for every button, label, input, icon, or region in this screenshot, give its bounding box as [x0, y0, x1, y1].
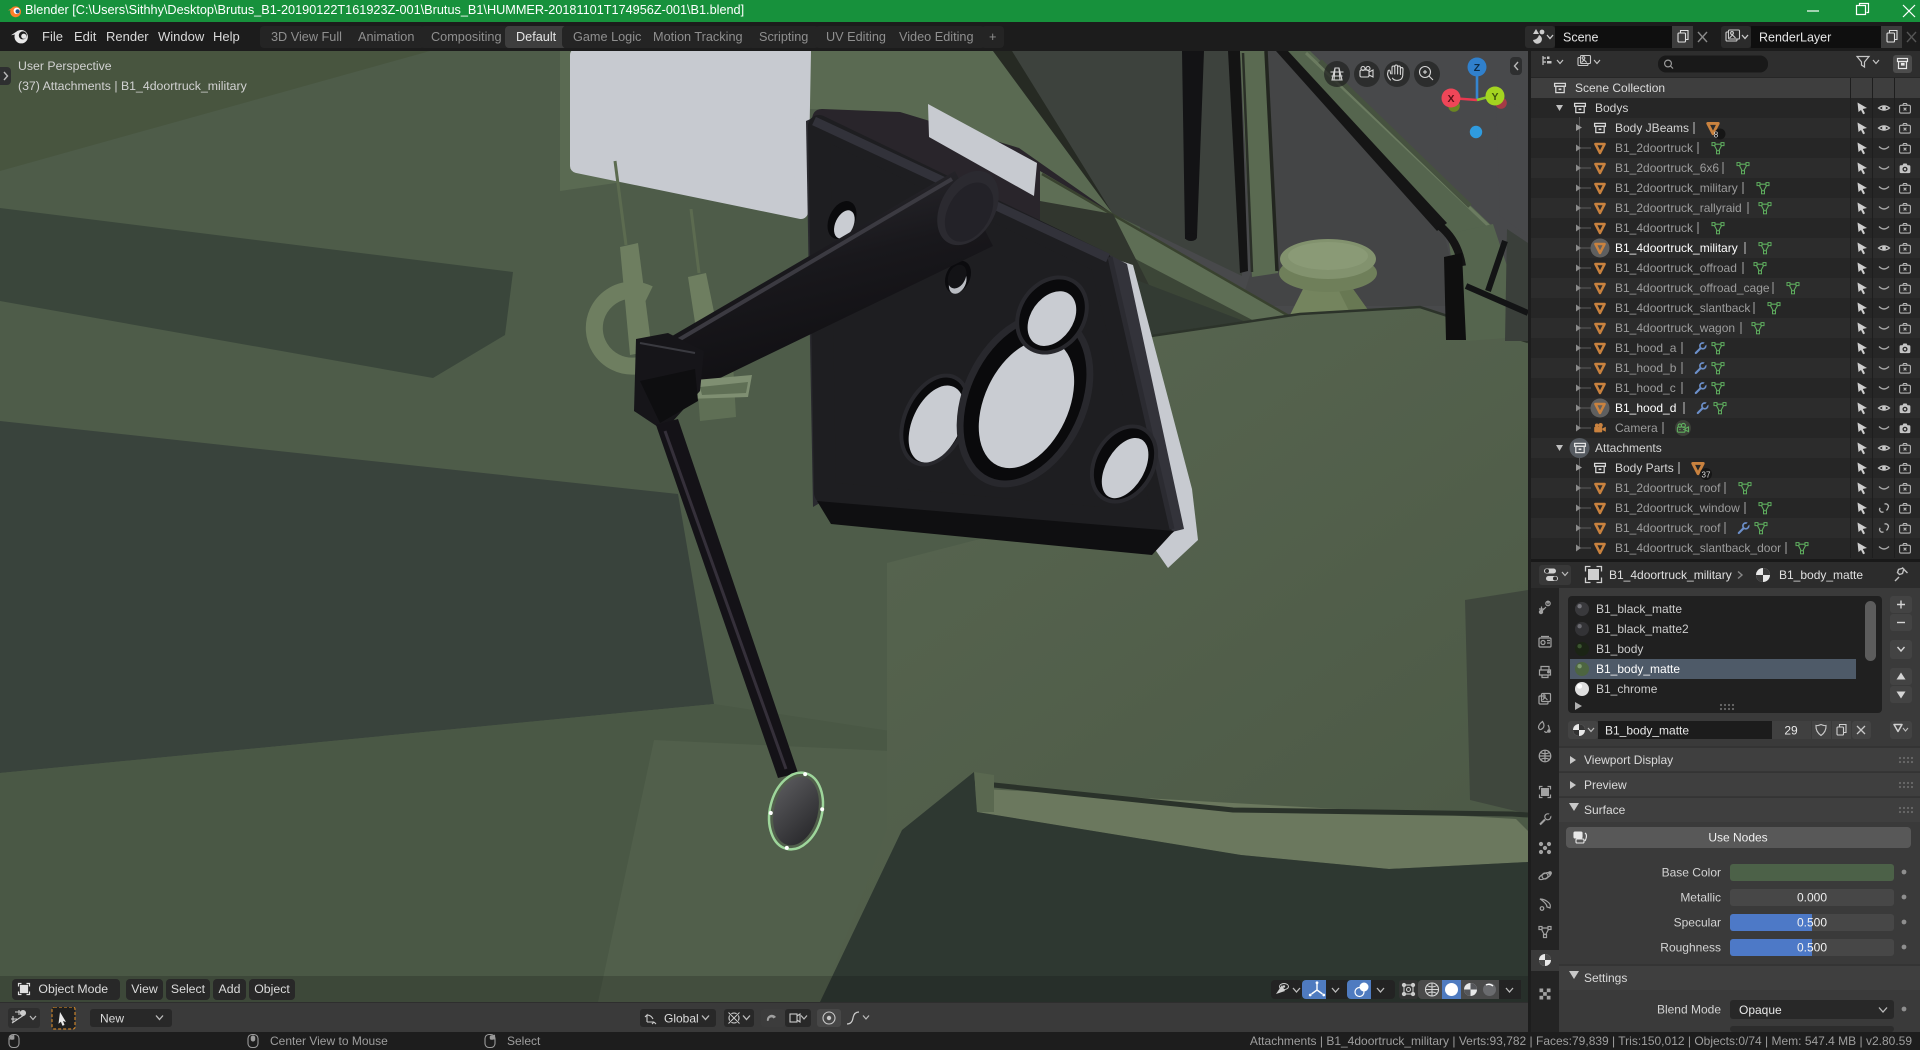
svg-text:B1_2doortruck_roof: B1_2doortruck_roof — [1615, 481, 1721, 495]
svg-text:0.500: 0.500 — [1797, 916, 1827, 930]
svg-text:X: X — [1447, 93, 1454, 105]
svg-text:B1_4doortruck_offroad_cage: B1_4doortruck_offroad_cage — [1615, 281, 1770, 295]
svg-text:Scene Collection: Scene Collection — [1575, 81, 1665, 95]
svg-text:B1_body: B1_body — [1596, 642, 1643, 656]
svg-text:0.000: 0.000 — [1797, 891, 1827, 905]
svg-text:B1_2doortruck_6x6: B1_2doortruck_6x6 — [1615, 161, 1719, 175]
svg-text:8: 8 — [1714, 131, 1719, 140]
svg-text:New: New — [100, 1012, 124, 1026]
svg-text:Base Color: Base Color — [1662, 866, 1721, 880]
svg-text:B1_4doortruck: B1_4doortruck — [1615, 221, 1694, 235]
svg-text:Camera: Camera — [1615, 421, 1658, 435]
svg-text:Blend Mode: Blend Mode — [1657, 1003, 1721, 1017]
svg-text:Center View to Mouse: Center View to Mouse — [270, 1034, 388, 1048]
svg-text:B1_hood_a: B1_hood_a — [1615, 341, 1677, 355]
svg-text:B1_hood_b: B1_hood_b — [1615, 361, 1677, 375]
svg-text:Body Parts: Body Parts — [1615, 461, 1674, 475]
svg-text:RenderLayer: RenderLayer — [1759, 31, 1831, 45]
svg-text:Specular: Specular — [1674, 916, 1721, 930]
svg-text:0.500: 0.500 — [1797, 941, 1827, 955]
svg-text:B1_4doortruck_slantback: B1_4doortruck_slantback — [1615, 301, 1751, 315]
svg-text:Opaque: Opaque — [1739, 1003, 1782, 1017]
svg-text:B1_hood_d: B1_hood_d — [1615, 401, 1676, 415]
svg-text:B1_2doortruck_rallyraid: B1_2doortruck_rallyraid — [1615, 201, 1742, 215]
svg-text:Body JBeams: Body JBeams — [1615, 121, 1689, 135]
svg-text:B1_4doortruck_slantback_door: B1_4doortruck_slantback_door — [1615, 541, 1781, 555]
svg-text:B1_body_matte: B1_body_matte — [1779, 568, 1863, 582]
svg-text:Attachments: Attachments — [1595, 441, 1662, 455]
svg-text:B1_4doortruck_military: B1_4doortruck_military — [1609, 568, 1732, 582]
svg-text:B1_body_matte: B1_body_matte — [1605, 724, 1689, 738]
svg-text:Z: Z — [1474, 62, 1481, 74]
svg-text:B1_4doortruck_roof: B1_4doortruck_roof — [1615, 521, 1721, 535]
svg-text:Select: Select — [507, 1034, 541, 1048]
svg-text:Metallic: Metallic — [1680, 891, 1721, 905]
svg-text:Y: Y — [1491, 91, 1498, 103]
svg-text:Viewport Display: Viewport Display — [1584, 753, 1673, 767]
svg-text:Global: Global — [664, 1012, 699, 1026]
svg-text:B1_black_matte: B1_black_matte — [1596, 602, 1682, 616]
svg-text:B1_hood_c: B1_hood_c — [1615, 381, 1676, 395]
svg-text:B1_4doortruck_wagon: B1_4doortruck_wagon — [1615, 321, 1735, 335]
svg-text:Scene: Scene — [1563, 31, 1598, 45]
svg-text:Bodys: Bodys — [1595, 101, 1628, 115]
svg-text:B1_body_matte: B1_body_matte — [1596, 662, 1680, 676]
svg-text:B1_black_matte2: B1_black_matte2 — [1596, 622, 1689, 636]
svg-text:B1_2doortruck: B1_2doortruck — [1615, 141, 1694, 155]
svg-text:Surface: Surface — [1584, 803, 1626, 817]
svg-text:B1_2doortruck_window: B1_2doortruck_window — [1615, 501, 1740, 515]
svg-text:37: 37 — [1702, 471, 1711, 480]
svg-text:B1_4doortruck_military: B1_4doortruck_military — [1615, 241, 1738, 255]
svg-text:Use Nodes: Use Nodes — [1708, 831, 1767, 845]
svg-text:B1_4doortruck_offroad: B1_4doortruck_offroad — [1615, 261, 1737, 275]
svg-text:Roughness: Roughness — [1660, 941, 1721, 955]
svg-text:B1_2doortruck_military: B1_2doortruck_military — [1615, 181, 1738, 195]
svg-text:29: 29 — [1784, 724, 1798, 738]
svg-text:Settings: Settings — [1584, 971, 1627, 985]
svg-text:Preview: Preview — [1584, 778, 1627, 792]
svg-text:B1_chrome: B1_chrome — [1596, 682, 1658, 696]
